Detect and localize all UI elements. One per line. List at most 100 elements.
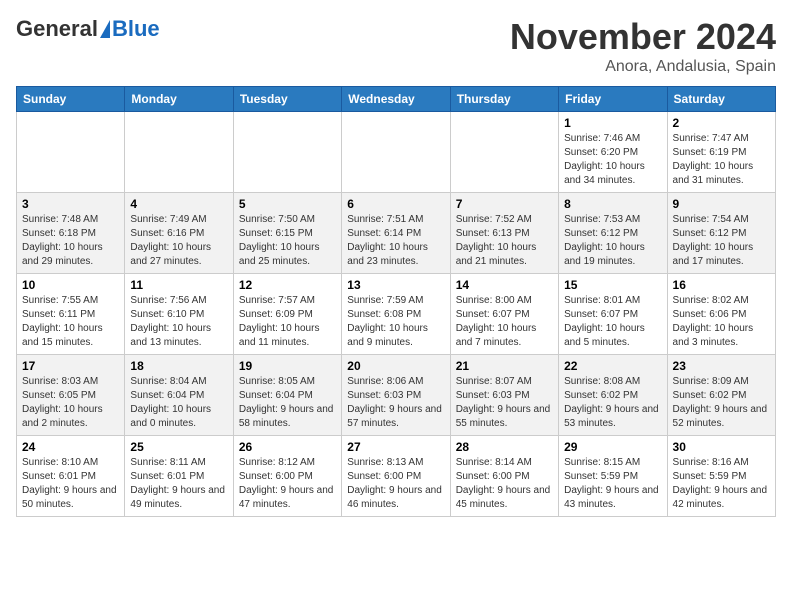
day-number: 29 [564, 440, 661, 454]
day-info: Sunrise: 7:57 AM Sunset: 6:09 PM Dayligh… [239, 294, 336, 350]
day-number: 24 [22, 440, 119, 454]
day-number: 15 [564, 278, 661, 292]
day-number: 27 [347, 440, 444, 454]
day-number: 8 [564, 197, 661, 211]
calendar-cell: 27Sunrise: 8:13 AM Sunset: 6:00 PM Dayli… [342, 436, 450, 517]
day-info: Sunrise: 8:14 AM Sunset: 6:00 PM Dayligh… [456, 456, 553, 512]
calendar-cell: 11 Sunrise: 7:56 AM Sunset: 6:10 PM Dayli… [125, 274, 233, 355]
day-number: 21 [456, 359, 553, 373]
calendar-cell: 5 Sunrise: 7:50 AM Sunset: 6:15 PM Daylig… [233, 193, 341, 274]
calendar-header-tuesday: Tuesday [233, 87, 341, 112]
day-number: 2 [673, 116, 770, 130]
calendar-cell [450, 112, 558, 193]
calendar-header-sunday: Sunday [17, 87, 125, 112]
calendar-week-row: 10Sunrise: 7:55 AM Sunset: 6:11 PM Dayli… [17, 274, 776, 355]
day-info: Sunrise: 8:00 AM Sunset: 6:07 PM Dayligh… [456, 294, 553, 350]
calendar-cell: 2 Sunrise: 7:47 AM Sunset: 6:19 PM Daylig… [667, 112, 775, 193]
day-info: Sunrise: 7:52 AM Sunset: 6:13 PM Dayligh… [456, 213, 553, 269]
day-info: Sunrise: 8:12 AM Sunset: 6:00 PM Dayligh… [239, 456, 336, 512]
calendar-header-thursday: Thursday [450, 87, 558, 112]
day-number: 16 [673, 278, 770, 292]
day-info: Sunrise: 8:16 AM Sunset: 5:59 PM Dayligh… [673, 456, 770, 512]
calendar-cell [125, 112, 233, 193]
calendar-cell: 13 Sunrise: 7:59 AM Sunset: 6:08 PM Dayli… [342, 274, 450, 355]
day-info: Sunrise: 8:11 AM Sunset: 6:01 PM Dayligh… [130, 456, 227, 512]
calendar-week-row: 17 Sunrise: 8:03 AM Sunset: 6:05 PM Dayli… [17, 355, 776, 436]
calendar-header-row: SundayMondayTuesdayWednesdayThursdayFrid… [17, 87, 776, 112]
day-number: 5 [239, 197, 336, 211]
calendar-week-row: 24 Sunrise: 8:10 AM Sunset: 6:01 PM Dayli… [17, 436, 776, 517]
calendar-table: SundayMondayTuesdayWednesdayThursdayFrid… [16, 86, 776, 517]
day-number: 25 [130, 440, 227, 454]
day-number: 11 [130, 278, 227, 292]
day-info: Sunrise: 8:01 AM Sunset: 6:07 PM Dayligh… [564, 294, 661, 350]
day-number: 26 [239, 440, 336, 454]
title-area: November 2024 Anora, Andalusia, Spain [510, 16, 776, 76]
logo: General Blue [16, 16, 160, 42]
calendar-cell: 26 Sunrise: 8:12 AM Sunset: 6:00 PM Dayli… [233, 436, 341, 517]
calendar-cell: 18Sunrise: 8:04 AM Sunset: 6:04 PM Dayli… [125, 355, 233, 436]
calendar-week-row: 1Sunrise: 7:46 AM Sunset: 6:20 PM Daylig… [17, 112, 776, 193]
day-number: 6 [347, 197, 444, 211]
calendar-cell: 1Sunrise: 7:46 AM Sunset: 6:20 PM Daylig… [559, 112, 667, 193]
calendar-header-friday: Friday [559, 87, 667, 112]
day-number: 17 [22, 359, 119, 373]
day-info: Sunrise: 7:54 AM Sunset: 6:12 PM Dayligh… [673, 213, 770, 269]
calendar-cell: 17 Sunrise: 8:03 AM Sunset: 6:05 PM Dayli… [17, 355, 125, 436]
calendar-cell: 8 Sunrise: 7:53 AM Sunset: 6:12 PM Daylig… [559, 193, 667, 274]
day-info: Sunrise: 7:51 AM Sunset: 6:14 PM Dayligh… [347, 213, 444, 269]
calendar-cell [17, 112, 125, 193]
day-info: Sunrise: 8:05 AM Sunset: 6:04 PM Dayligh… [239, 375, 336, 431]
day-info: Sunrise: 7:48 AM Sunset: 6:18 PM Dayligh… [22, 213, 119, 269]
day-number: 3 [22, 197, 119, 211]
calendar-cell: 3 Sunrise: 7:48 AM Sunset: 6:18 PM Daylig… [17, 193, 125, 274]
day-info: Sunrise: 8:15 AM Sunset: 5:59 PM Dayligh… [564, 456, 661, 512]
calendar-cell: 6 Sunrise: 7:51 AM Sunset: 6:14 PM Daylig… [342, 193, 450, 274]
calendar-week-row: 3 Sunrise: 7:48 AM Sunset: 6:18 PM Daylig… [17, 193, 776, 274]
day-number: 18 [130, 359, 227, 373]
calendar-cell: 28 Sunrise: 8:14 AM Sunset: 6:00 PM Dayli… [450, 436, 558, 517]
calendar-cell: 22 Sunrise: 8:08 AM Sunset: 6:02 PM Dayli… [559, 355, 667, 436]
calendar-cell: 12 Sunrise: 7:57 AM Sunset: 6:09 PM Dayli… [233, 274, 341, 355]
logo-triangle-icon [100, 20, 110, 38]
calendar-header-wednesday: Wednesday [342, 87, 450, 112]
day-number: 13 [347, 278, 444, 292]
calendar-cell: 16 Sunrise: 8:02 AM Sunset: 6:06 PM Dayli… [667, 274, 775, 355]
calendar-cell: 25 Sunrise: 8:11 AM Sunset: 6:01 PM Dayli… [125, 436, 233, 517]
calendar-cell: 4Sunrise: 7:49 AM Sunset: 6:16 PM Daylig… [125, 193, 233, 274]
day-number: 22 [564, 359, 661, 373]
day-info: Sunrise: 7:53 AM Sunset: 6:12 PM Dayligh… [564, 213, 661, 269]
day-info: Sunrise: 8:03 AM Sunset: 6:05 PM Dayligh… [22, 375, 119, 431]
day-info: Sunrise: 8:10 AM Sunset: 6:01 PM Dayligh… [22, 456, 119, 512]
calendar-cell: 23 Sunrise: 8:09 AM Sunset: 6:02 PM Dayli… [667, 355, 775, 436]
day-number: 10 [22, 278, 119, 292]
day-info: Sunrise: 8:02 AM Sunset: 6:06 PM Dayligh… [673, 294, 770, 350]
day-number: 23 [673, 359, 770, 373]
calendar-cell: 29 Sunrise: 8:15 AM Sunset: 5:59 PM Dayli… [559, 436, 667, 517]
calendar-header-saturday: Saturday [667, 87, 775, 112]
logo-general-text: General [16, 16, 98, 42]
calendar-cell: 14 Sunrise: 8:00 AM Sunset: 6:07 PM Dayli… [450, 274, 558, 355]
day-info: Sunrise: 8:09 AM Sunset: 6:02 PM Dayligh… [673, 375, 770, 431]
calendar-cell: 7 Sunrise: 7:52 AM Sunset: 6:13 PM Daylig… [450, 193, 558, 274]
logo-blue-text: Blue [112, 16, 160, 42]
calendar-header-monday: Monday [125, 87, 233, 112]
day-info: Sunrise: 7:50 AM Sunset: 6:15 PM Dayligh… [239, 213, 336, 269]
day-number: 7 [456, 197, 553, 211]
day-number: 12 [239, 278, 336, 292]
day-info: Sunrise: 7:47 AM Sunset: 6:19 PM Dayligh… [673, 132, 770, 188]
calendar-cell [233, 112, 341, 193]
day-info: Sunrise: 7:59 AM Sunset: 6:08 PM Dayligh… [347, 294, 444, 350]
day-info: Sunrise: 8:07 AM Sunset: 6:03 PM Dayligh… [456, 375, 553, 431]
day-info: Sunrise: 8:08 AM Sunset: 6:02 PM Dayligh… [564, 375, 661, 431]
day-number: 20 [347, 359, 444, 373]
day-number: 28 [456, 440, 553, 454]
calendar-cell: 24 Sunrise: 8:10 AM Sunset: 6:01 PM Dayli… [17, 436, 125, 517]
day-info: Sunrise: 7:56 AM Sunset: 6:10 PM Dayligh… [130, 294, 227, 350]
day-number: 1 [564, 116, 661, 130]
calendar-cell [342, 112, 450, 193]
day-number: 4 [130, 197, 227, 211]
day-number: 14 [456, 278, 553, 292]
calendar-cell: 15 Sunrise: 8:01 AM Sunset: 6:07 PM Dayli… [559, 274, 667, 355]
calendar-cell: 9Sunrise: 7:54 AM Sunset: 6:12 PM Daylig… [667, 193, 775, 274]
